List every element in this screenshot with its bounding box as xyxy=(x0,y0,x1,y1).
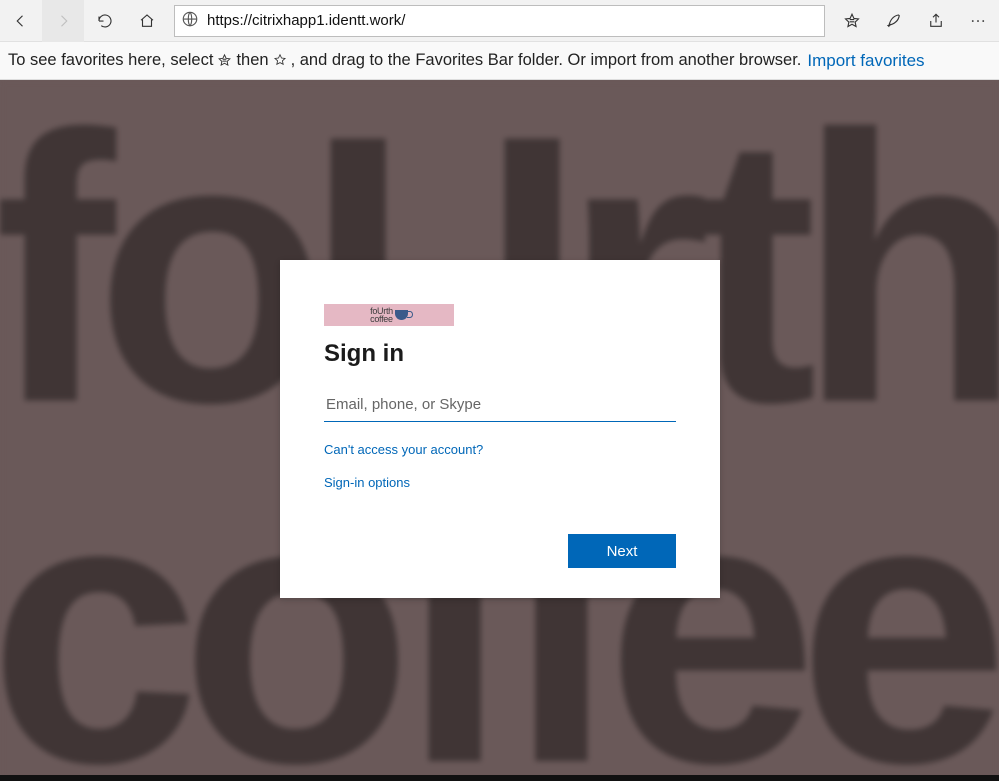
signin-heading: Sign in xyxy=(324,340,676,368)
favorites-hint-text-2: then xyxy=(236,51,268,70)
favorites-button[interactable] xyxy=(831,0,873,42)
pen-icon xyxy=(885,12,903,30)
favorites-hint-text-3: , and drag to the Favorites Bar folder. … xyxy=(291,51,802,70)
next-button[interactable]: Next xyxy=(568,534,676,568)
favorites-star-icon xyxy=(843,12,861,30)
toolbar-right-icons xyxy=(831,0,999,42)
favorites-hint-text-1: To see favorites here, select xyxy=(8,51,213,70)
more-button[interactable] xyxy=(957,0,999,42)
coffee-cup-icon xyxy=(395,310,408,320)
favorites-star-lines-icon xyxy=(217,53,232,71)
site-info-icon[interactable] xyxy=(181,10,199,31)
favorites-hint-bar: To see favorites here, select then , and… xyxy=(0,42,999,80)
url-input[interactable] xyxy=(207,12,818,29)
forward-button[interactable] xyxy=(42,0,84,42)
page-footer-divider xyxy=(0,775,999,781)
browser-toolbar xyxy=(0,0,999,42)
brand-logo: foUrthcoffee xyxy=(324,304,454,326)
identity-input[interactable] xyxy=(324,388,676,422)
page-content: foUrth coffee foUrthcoffee Sign in Can't… xyxy=(0,80,999,781)
share-icon xyxy=(927,12,945,30)
import-favorites-link[interactable]: Import favorites xyxy=(807,51,924,71)
back-button[interactable] xyxy=(0,0,42,42)
signin-card: foUrthcoffee Sign in Can't access your a… xyxy=(280,260,720,598)
forward-arrow-icon xyxy=(54,12,72,30)
home-icon xyxy=(138,12,156,30)
brand-logo-text: foUrthcoffee xyxy=(370,307,393,323)
cant-access-link[interactable]: Can't access your account? xyxy=(324,442,676,457)
reading-list-button[interactable] xyxy=(873,0,915,42)
star-outline-icon xyxy=(273,53,287,70)
signin-options-link[interactable]: Sign-in options xyxy=(324,475,676,490)
address-bar[interactable] xyxy=(174,5,825,37)
refresh-button[interactable] xyxy=(84,0,126,42)
home-button[interactable] xyxy=(126,0,168,42)
back-arrow-icon xyxy=(12,12,30,30)
more-dots-icon xyxy=(969,12,987,30)
share-button[interactable] xyxy=(915,0,957,42)
refresh-icon xyxy=(96,12,114,30)
